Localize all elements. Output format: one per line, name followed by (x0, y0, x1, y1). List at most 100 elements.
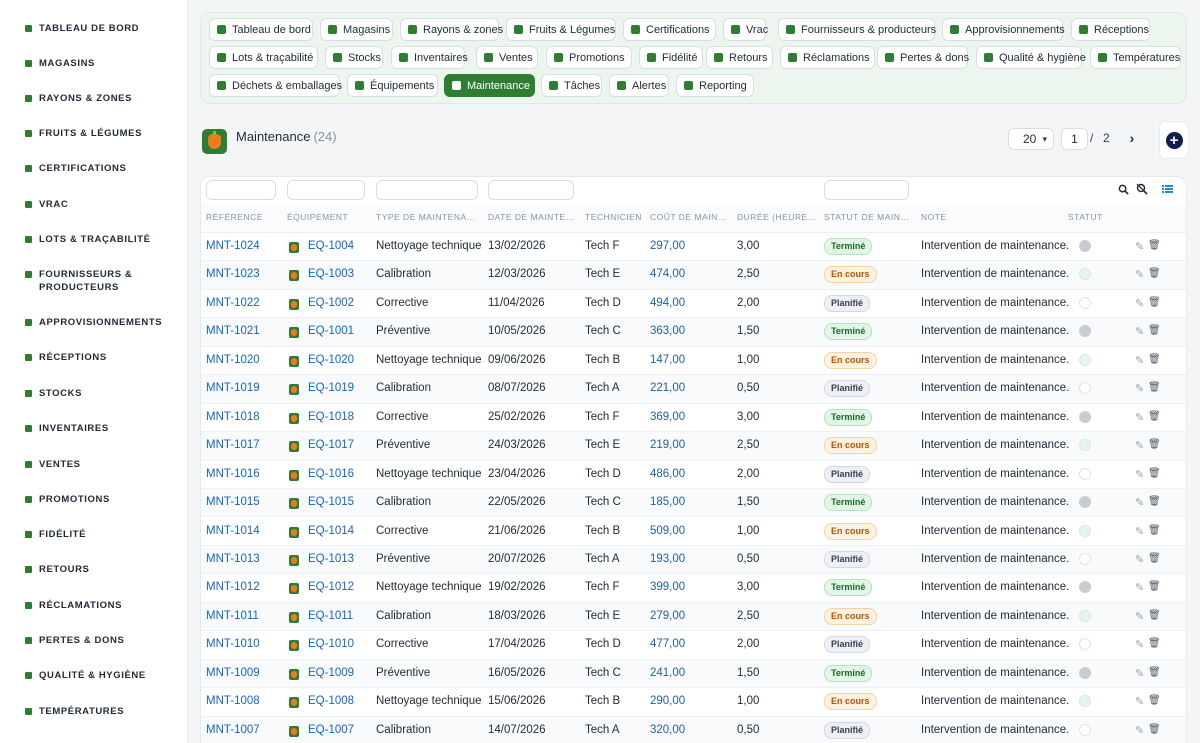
column-header[interactable]: STATUT DE MAINTENANCE (824, 212, 912, 222)
edit-icon[interactable]: ✎ (1135, 468, 1144, 481)
next-page-button[interactable]: › (1124, 128, 1140, 148)
sidebar-item[interactable]: FOURNISSEURS & PRODUCTEURS (24, 268, 174, 294)
column-header[interactable]: RÉFÉRENCE (206, 212, 281, 222)
trash-icon[interactable]: 🗑 (1148, 496, 1161, 507)
trash-icon[interactable]: 🗑 (1148, 695, 1161, 706)
column-header[interactable]: DURÉE (HEURES) (737, 212, 817, 222)
column-header[interactable]: STATUT (1068, 212, 1118, 222)
edit-icon[interactable]: ✎ (1135, 695, 1144, 708)
trash-icon[interactable]: 🗑 (1148, 667, 1161, 678)
reference-link[interactable]: MNT-1023 (206, 268, 260, 280)
equipment-link[interactable]: EQ-1001 (308, 325, 354, 337)
column-header[interactable]: NOTE (921, 212, 1061, 222)
trash-icon[interactable]: 🗑 (1148, 610, 1161, 621)
reference-link[interactable]: MNT-1015 (206, 496, 260, 508)
edit-icon[interactable]: ✎ (1135, 354, 1144, 367)
nav-chip[interactable]: Fournisseurs & producteurs (778, 18, 936, 41)
equipment-link[interactable]: EQ-1004 (308, 240, 354, 252)
equipment-link[interactable]: EQ-1015 (308, 496, 354, 508)
reference-link[interactable]: MNT-1018 (206, 411, 260, 423)
trash-icon[interactable]: 🗑 (1148, 724, 1161, 735)
sidebar-item[interactable]: INVENTAIRES (24, 422, 174, 435)
reference-link[interactable]: MNT-1007 (206, 724, 260, 736)
sidebar-item[interactable]: FIDÉLITÉ (24, 528, 174, 541)
sidebar-item[interactable]: LOTS & TRAÇABILITÉ (24, 233, 174, 246)
filter-type-input[interactable] (376, 180, 478, 200)
sidebar-item[interactable]: RÉCEPTIONS (24, 351, 174, 364)
filter-reference-input[interactable] (206, 180, 276, 200)
equipment-link[interactable]: EQ-1002 (308, 297, 354, 309)
nav-chip[interactable]: Promotions (546, 46, 632, 69)
filter-status-input[interactable] (824, 180, 909, 200)
trash-icon[interactable]: 🗑 (1148, 439, 1161, 450)
edit-icon[interactable]: ✎ (1135, 439, 1144, 452)
nav-chip[interactable]: Retours (706, 46, 773, 69)
trash-icon[interactable]: 🗑 (1148, 325, 1161, 336)
reference-link[interactable]: MNT-1011 (206, 610, 259, 622)
edit-icon[interactable]: ✎ (1135, 724, 1144, 737)
nav-chip[interactable]: Certifications (623, 18, 716, 41)
reference-link[interactable]: MNT-1009 (206, 667, 260, 679)
trash-icon[interactable]: 🗑 (1148, 638, 1161, 649)
edit-icon[interactable]: ✎ (1135, 496, 1144, 509)
reference-link[interactable]: MNT-1020 (206, 354, 260, 366)
nav-chip[interactable]: Équipements (347, 74, 438, 97)
equipment-link[interactable]: EQ-1020 (308, 354, 354, 366)
trash-icon[interactable]: 🗑 (1148, 240, 1161, 251)
list-view-icon[interactable] (1160, 182, 1174, 196)
reference-link[interactable]: MNT-1017 (206, 439, 260, 451)
nav-chip[interactable]: Alertes (609, 74, 669, 97)
nav-chip[interactable]: Ventes (476, 46, 538, 69)
nav-chip[interactable]: Qualité & hygiène (976, 46, 1086, 69)
equipment-link[interactable]: EQ-1011 (308, 610, 353, 622)
equipment-link[interactable]: EQ-1009 (308, 667, 354, 679)
page-size-select[interactable]: 20 ▾ (1008, 128, 1054, 150)
nav-chip[interactable]: Réceptions (1071, 18, 1150, 41)
nav-chip[interactable]: Déchets & emballages (209, 74, 342, 97)
nav-chip[interactable]: Vrac (723, 18, 768, 41)
sidebar-item[interactable]: PROMOTIONS (24, 493, 174, 506)
search-icon[interactable] (1116, 182, 1130, 196)
nav-chip[interactable]: Pertes & dons (877, 46, 969, 69)
nav-chip[interactable]: Rayons & zones (400, 18, 503, 41)
equipment-link[interactable]: EQ-1013 (308, 553, 354, 565)
nav-chip[interactable]: Stocks (325, 46, 383, 69)
reference-link[interactable]: MNT-1016 (206, 468, 260, 480)
reference-link[interactable]: MNT-1024 (206, 240, 260, 252)
sidebar-item[interactable]: QUALITÉ & HYGIÈNE (24, 669, 174, 682)
edit-icon[interactable]: ✎ (1135, 382, 1144, 395)
sidebar-item[interactable]: TEMPÉRATURES (24, 705, 174, 718)
reference-link[interactable]: MNT-1019 (206, 382, 260, 394)
column-header[interactable]: ÉQUIPEMENT (287, 212, 367, 222)
sidebar-item[interactable]: MAGASINS (24, 57, 174, 70)
sidebar-item[interactable]: RAYONS & ZONES (24, 92, 174, 105)
edit-icon[interactable]: ✎ (1135, 268, 1144, 281)
column-header[interactable]: DATE DE MAINTENANCE (488, 212, 578, 222)
sidebar-item[interactable]: RETOURS (24, 563, 174, 576)
column-header[interactable]: TECHNICIEN (585, 212, 645, 222)
equipment-link[interactable]: EQ-1016 (308, 468, 354, 480)
trash-icon[interactable]: 🗑 (1148, 411, 1161, 422)
edit-icon[interactable]: ✎ (1135, 581, 1144, 594)
equipment-link[interactable]: EQ-1014 (308, 525, 354, 537)
equipment-link[interactable]: EQ-1010 (308, 638, 354, 650)
trash-icon[interactable]: 🗑 (1148, 525, 1161, 536)
column-header[interactable]: COÛT DE MAINTENANCE (650, 212, 730, 222)
reference-link[interactable]: MNT-1022 (206, 297, 260, 309)
sidebar-item[interactable]: PERTES & DONS (24, 634, 174, 647)
trash-icon[interactable]: 🗑 (1148, 382, 1161, 393)
edit-icon[interactable]: ✎ (1135, 667, 1144, 680)
equipment-link[interactable]: EQ-1008 (308, 695, 354, 707)
sidebar-item[interactable]: STOCKS (24, 387, 174, 400)
reference-link[interactable]: MNT-1012 (206, 581, 260, 593)
edit-icon[interactable]: ✎ (1135, 411, 1144, 424)
edit-icon[interactable]: ✎ (1135, 553, 1144, 566)
reference-link[interactable]: MNT-1013 (206, 553, 260, 565)
trash-icon[interactable]: 🗑 (1148, 354, 1161, 365)
current-page-input[interactable]: 1 (1061, 128, 1088, 150)
trash-icon[interactable]: 🗑 (1148, 297, 1161, 308)
nav-chip[interactable]: Inventaires (391, 46, 468, 69)
clear-search-icon[interactable] (1135, 182, 1149, 196)
filter-date-input[interactable] (488, 180, 574, 200)
edit-icon[interactable]: ✎ (1135, 525, 1144, 538)
